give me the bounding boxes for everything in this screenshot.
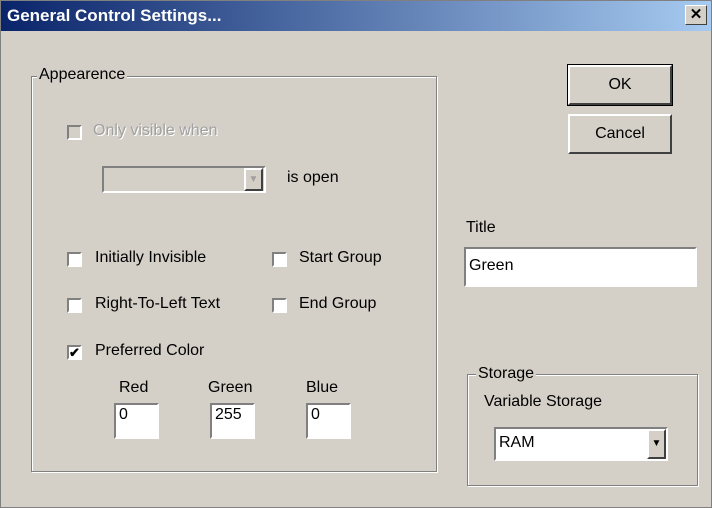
initially-invisible-label: Initially Invisible <box>95 249 207 266</box>
end-group-checkbox[interactable] <box>272 298 287 313</box>
cancel-button[interactable]: Cancel <box>568 114 672 154</box>
right-to-left-label: Right-To-Left Text <box>95 295 221 312</box>
initially-invisible-checkbox[interactable] <box>67 252 82 267</box>
title-value: Green <box>469 257 514 274</box>
storage-dropdown-button[interactable]: ▼ <box>647 429 666 459</box>
appearance-legend: Appearence <box>37 66 128 84</box>
storage-legend: Storage <box>476 365 537 383</box>
blue-value: 0 <box>311 406 320 423</box>
variable-storage-label: Variable Storage <box>484 393 602 410</box>
close-button[interactable]: ✕ <box>685 5 707 25</box>
dialog-title: General Control Settings... <box>7 6 222 25</box>
green-value: 255 <box>215 406 242 423</box>
only-visible-label: Only visible when <box>93 122 218 139</box>
blue-label: Blue <box>306 379 339 396</box>
chevron-down-icon: ▼ <box>651 438 662 449</box>
close-icon: ✕ <box>689 6 703 23</box>
green-label: Green <box>208 379 253 396</box>
preferred-color-checkbox[interactable]: ✔ <box>67 345 82 360</box>
title-label: Title <box>466 219 496 236</box>
right-to-left-checkbox[interactable] <box>67 298 82 313</box>
cancel-button-label: Cancel <box>595 125 645 142</box>
red-label: Red <box>119 379 149 396</box>
general-control-settings-dialog: General Control Settings... ✕ Appearence… <box>0 0 712 508</box>
storage-select[interactable]: RAM <box>494 427 668 461</box>
title-bar[interactable]: General Control Settings... ✕ <box>1 1 711 31</box>
storage-select-value: RAM <box>499 434 535 451</box>
start-group-checkbox[interactable] <box>272 252 287 267</box>
red-value: 0 <box>119 406 128 423</box>
start-group-label: Start Group <box>299 249 382 266</box>
only-visible-checkbox[interactable] <box>67 125 82 140</box>
title-input[interactable]: Green <box>464 247 697 287</box>
green-input[interactable]: 255 <box>210 403 255 439</box>
checkmark-icon: ✔ <box>69 345 80 360</box>
only-visible-dropdown[interactable] <box>102 166 266 193</box>
is-open-label: is open <box>287 169 339 186</box>
red-input[interactable]: 0 <box>114 403 159 439</box>
only-visible-dropdown-button[interactable]: ▼ <box>244 168 263 191</box>
chevron-down-icon: ▼ <box>248 174 259 185</box>
preferred-color-label: Preferred Color <box>95 342 205 359</box>
ok-button-label: OK <box>608 76 632 93</box>
end-group-label: End Group <box>299 295 377 312</box>
ok-button[interactable]: OK <box>567 64 673 106</box>
blue-input[interactable]: 0 <box>306 403 351 439</box>
